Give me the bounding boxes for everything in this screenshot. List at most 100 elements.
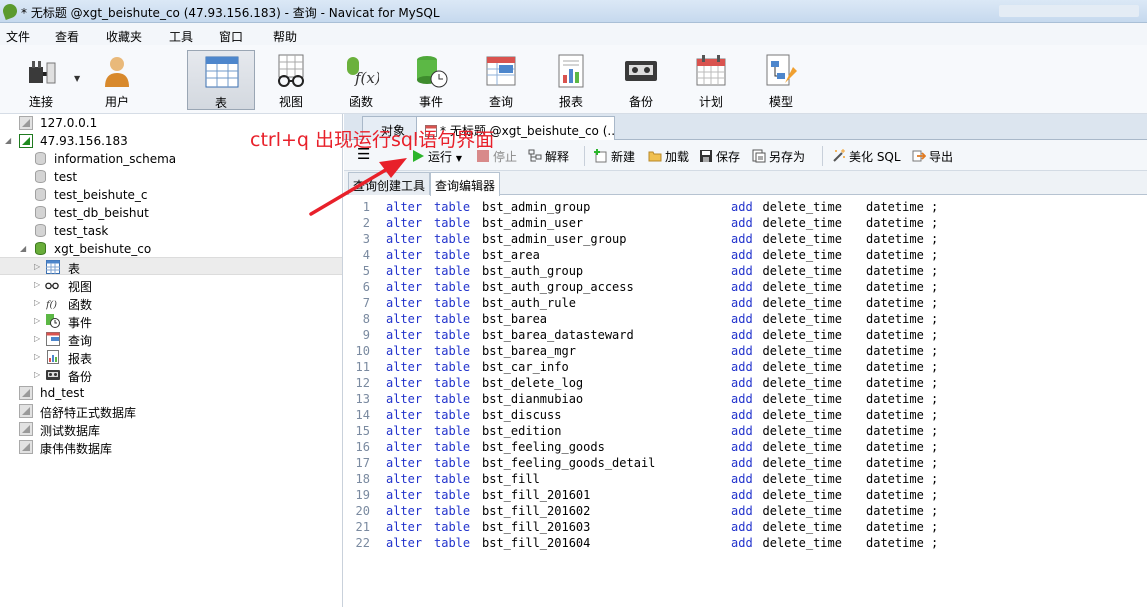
code-line[interactable]: 15 alter table bst_edition add delete_time dat… [344,424,1147,440]
tree-item-reports[interactable]: ▷ 报表 [0,348,342,366]
sql-column-type: datetime ; [866,296,939,310]
collapse-arrow-icon[interactable]: ◢ [5,136,11,145]
code-line[interactable]: 7 alter table bst_auth_rule add delete_time da… [344,296,1147,312]
toolbar-separator [822,146,823,166]
tree-item-events[interactable]: ▷ 事件 [0,312,342,330]
expand-arrow-icon[interactable]: ▷ [34,370,40,379]
tree-item-tables[interactable]: ▷ 表 [0,257,342,276]
sql-keyword-table: table [434,328,471,342]
tree-item-queries[interactable]: ▷ 查询 [0,330,342,348]
tree-item-label: 事件 [68,316,93,330]
expand-arrow-icon[interactable]: ▷ [34,262,40,271]
sql-keyword-table: table [434,264,471,278]
code-line[interactable]: 11 alter table bst_car_info add delete_time da… [344,360,1147,376]
query-button[interactable]: 查询 [469,50,533,110]
sql-column-name: delete_time [762,440,842,454]
tree-item-connection[interactable]: 测试数据库 [0,420,342,438]
tree-item-connection[interactable]: 倍舒特正式数据库 [0,402,342,420]
code-line[interactable]: 10 alter table bst_barea_mgr add delete_time d… [344,344,1147,360]
sql-table-name: bst_dianmubiao [482,392,584,406]
sql-column-name: delete_time [762,520,842,534]
view-button[interactable]: 视图 [259,50,323,110]
code-line[interactable]: 14 alter table bst_discuss add delete_time dat… [344,408,1147,424]
connection-icon [19,404,33,418]
tree-item-connection[interactable]: hd_test [0,384,342,402]
line-number: 9 [362,328,370,342]
menu-favorites[interactable]: 收藏夹 [106,28,142,45]
window-titlebar: * 无标题 @xgt_beishute_co (47.93.156.183) -… [0,0,1147,23]
code-line[interactable]: 16 alter table bst_feeling_goods add delete_t… [344,440,1147,456]
code-line[interactable]: 2 alter table bst_admin_user add delete_time d… [344,216,1147,232]
model-label: 模型 [768,95,793,109]
code-line[interactable]: 6 alter table bst_auth_group_access add delet… [344,280,1147,296]
connection-icon [19,422,33,436]
code-line[interactable]: 13 alter table bst_dianmubiao add delete_time… [344,392,1147,408]
tree-item-database[interactable]: test [0,168,342,186]
code-line[interactable]: 5 alter table bst_auth_group add delete_time d… [344,264,1147,280]
tree-item-label: 函数 [68,298,93,312]
code-line[interactable]: 8 alter table bst_barea add delete_time dateti… [344,312,1147,328]
code-line[interactable]: 17 alter table bst_feeling_goods_detail add d… [344,456,1147,472]
report-button[interactable]: 报表 [539,50,603,110]
backup-button[interactable]: 备份 [609,50,673,110]
expand-arrow-icon[interactable]: ▷ [34,352,40,361]
connect-dropdown-caret-icon[interactable]: ▼ [74,74,80,83]
code-line[interactable]: 12 alter table bst_delete_log add delete_time… [344,376,1147,392]
code-line[interactable]: 22 alter table bst_fill_201604 add delete_tim… [344,536,1147,552]
run-dropdown-caret-icon[interactable]: ▼ [456,154,462,163]
tree-item-views[interactable]: ▷ 视图 [0,276,342,294]
menu-bar: 文件 查看 收藏夹 工具 窗口 帮助 [0,23,1147,45]
code-line[interactable]: 9 alter table bst_barea_datasteward add delet… [344,328,1147,344]
export-button[interactable]: 导出 [912,148,953,164]
menu-file[interactable]: 文件 [6,28,30,45]
code-line[interactable]: 18 alter table bst_fill add delete_time dateti… [344,472,1147,488]
sql-keyword-alter: alter [386,520,423,534]
menu-view[interactable]: 查看 [55,28,79,45]
tree-item-functions[interactable]: ▷ f() 函数 [0,294,342,312]
tree-item-database-open[interactable]: ◢ xgt_beishute_co [0,240,342,258]
tree-item-connection[interactable]: 康伟伟数据库 [0,438,342,456]
save-button[interactable]: 保存 [699,148,740,164]
load-button[interactable]: 加载 [648,148,689,164]
table-button[interactable]: 表 [187,50,255,110]
tree-item-label: hd_test [40,386,85,400]
user-button[interactable]: 用户 [85,50,149,110]
tree-item-database[interactable]: information_schema [0,150,342,168]
table-label: 表 [214,96,227,110]
tab-query-editor[interactable]: 查询编辑器 [430,172,501,196]
code-line[interactable]: 4 alter table bst_area add delete_time datetim… [344,248,1147,264]
tree-item-database[interactable]: test_task [0,222,342,240]
tree-item-backups[interactable]: ▷ 备份 [0,366,342,384]
tree-item-database[interactable]: test_db_beishut [0,204,342,222]
menu-window[interactable]: 窗口 [219,28,243,45]
tree-item-database[interactable]: test_beishute_c [0,186,342,204]
menu-help[interactable]: 帮助 [273,28,297,45]
beautify-sql-button[interactable]: 美化 SQL [832,148,901,164]
new-button[interactable]: 新建 [594,148,635,164]
save-as-button[interactable]: 另存为 [752,148,805,164]
sql-table-name: bst_barea_datasteward [482,328,634,342]
code-line[interactable]: 19 alter table bst_fill_201601 add delete_tim… [344,488,1147,504]
model-button[interactable]: 模型 [749,50,813,110]
sql-editor[interactable]: 1 alter table bst_admin_group add delete_time… [344,196,1147,607]
sql-table-name: bst_fill_201602 [482,504,591,518]
menu-tools[interactable]: 工具 [169,28,193,45]
collapse-arrow-icon[interactable]: ◢ [20,244,26,253]
connection-tree[interactable]: 127.0.0.1 ◢ 47.93.156.183 information_sc… [0,114,343,607]
function-button[interactable]: f(x) 函数 [329,50,393,110]
code-line[interactable]: 20 alter table bst_fill_201602 add delete_tim… [344,504,1147,520]
expand-arrow-icon[interactable]: ▷ [34,334,40,343]
code-line[interactable]: 21 alter table bst_fill_201603 add delete_tim… [344,520,1147,536]
event-button[interactable]: 事件 [399,50,463,110]
window-controls-area[interactable] [999,5,1139,17]
connect-button[interactable]: 连接 [9,50,73,110]
export-label: 导出 [929,150,954,164]
code-line[interactable]: 1 alter table bst_admin_group add delete_time… [344,200,1147,216]
report-icon [47,350,59,364]
expand-arrow-icon[interactable]: ▷ [34,316,40,325]
code-line[interactable]: 3 alter table bst_admin_user_group add delete… [344,232,1147,248]
expand-arrow-icon[interactable]: ▷ [34,298,40,307]
explain-button[interactable]: 解释 [528,148,569,164]
schedule-button[interactable]: 计划 [679,50,743,110]
expand-arrow-icon[interactable]: ▷ [34,280,40,289]
